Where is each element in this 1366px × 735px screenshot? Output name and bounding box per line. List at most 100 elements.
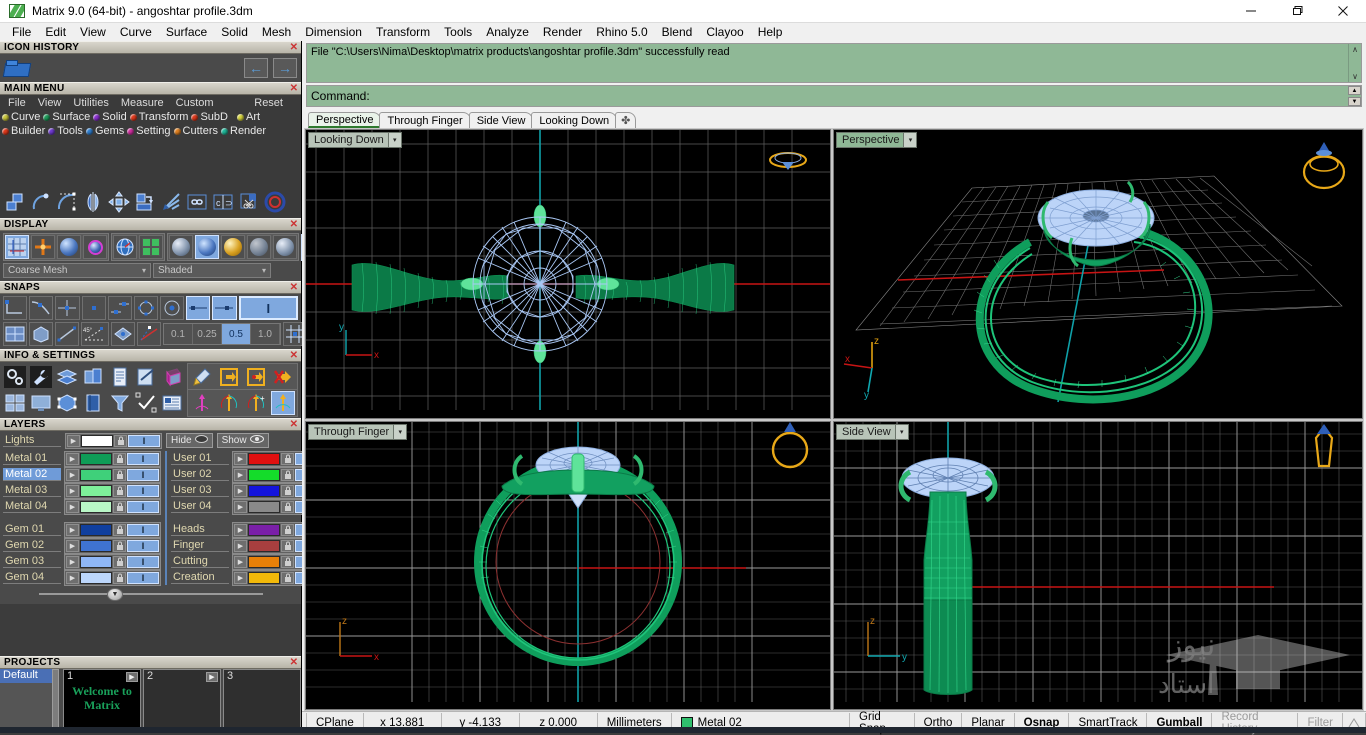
color-swatch[interactable] <box>81 434 113 447</box>
scroll-up-icon[interactable]: ∧ <box>1352 45 1358 54</box>
layer-row[interactable]: Metal 04 ▶ I <box>3 498 161 515</box>
color-swatch[interactable] <box>248 539 280 552</box>
layer-row[interactable]: Gem 02 ▶ I <box>3 537 161 554</box>
snaps-enable-toggle[interactable]: I <box>238 296 298 320</box>
snap-perp-icon[interactable] <box>212 296 237 320</box>
lock-icon[interactable] <box>113 571 126 584</box>
rotate-2d-icon[interactable] <box>55 190 79 214</box>
menu-curve[interactable]: Curve <box>113 24 159 40</box>
hide-button[interactable]: Hide <box>166 433 213 448</box>
snap-cen-icon[interactable] <box>107 296 132 320</box>
visibility-toggle[interactable]: I <box>127 539 159 552</box>
lock-icon[interactable] <box>281 484 294 497</box>
color-swatch[interactable] <box>80 500 112 513</box>
mm-cutters[interactable]: Cutters <box>173 125 218 137</box>
mm-reset[interactable]: Reset <box>248 97 301 109</box>
layer-row[interactable]: Metal 01 ▶ I <box>3 450 161 467</box>
mm-builder[interactable]: Builder <box>2 125 45 137</box>
gumball-pink-icon[interactable] <box>190 391 214 415</box>
color-swatch[interactable] <box>80 468 112 481</box>
layer-label[interactable]: Metal 04 <box>3 500 61 513</box>
tab-add-view[interactable]: ✤ <box>615 112 637 128</box>
layer-label[interactable]: Gem 04 <box>3 571 61 584</box>
play-icon[interactable]: ▶ <box>206 672 218 682</box>
expand-arrow-icon[interactable]: ▶ <box>234 500 247 513</box>
gumball-red-icon[interactable] <box>217 391 241 415</box>
expand-arrow-icon[interactable]: ▶ <box>67 434 80 447</box>
color-swatch[interactable] <box>80 539 112 552</box>
snap-end-icon[interactable] <box>3 296 28 320</box>
mm-art[interactable]: Art <box>236 111 260 123</box>
viewport-label-side-view[interactable]: Side View ▾ <box>836 423 909 440</box>
panel-header-display[interactable]: DISPLAY ✕ <box>0 218 301 231</box>
layer-label[interactable]: User 04 <box>171 500 229 513</box>
gears-icon[interactable] <box>3 365 26 389</box>
lock-icon[interactable] <box>113 484 126 497</box>
rotate-icon[interactable] <box>29 190 53 214</box>
color-swatch[interactable] <box>248 571 280 584</box>
panel-header-snaps[interactable]: SNAPS ✕ <box>0 281 301 294</box>
expand-arrow-icon[interactable]: ▶ <box>234 484 247 497</box>
color-swatch[interactable] <box>248 452 280 465</box>
layer-label[interactable]: Creation <box>171 571 229 584</box>
menu-dimension[interactable]: Dimension <box>298 24 369 40</box>
visibility-toggle[interactable]: I <box>127 523 159 536</box>
layers-scrollbar-left[interactable] <box>165 451 167 585</box>
tolerance-0-5[interactable]: 0.5 <box>222 324 251 344</box>
wrench-icon[interactable] <box>29 365 52 389</box>
snap-center-icon[interactable] <box>160 296 185 320</box>
layer-label[interactable]: User 03 <box>171 484 229 497</box>
project-item-default[interactable]: Default <box>0 669 53 683</box>
import-icon[interactable] <box>217 365 241 389</box>
menu-surface[interactable]: Surface <box>159 24 214 40</box>
tolerance-0-1[interactable]: 0.1 <box>164 324 193 344</box>
menu-mesh[interactable]: Mesh <box>255 24 298 40</box>
chevron-down-icon[interactable]: ▾ <box>894 424 908 439</box>
tolerance-1-0[interactable]: 1.0 <box>251 324 280 344</box>
menu-blend[interactable]: Blend <box>655 24 700 40</box>
lock-icon[interactable] <box>281 452 294 465</box>
menu-analyze[interactable]: Analyze <box>479 24 536 40</box>
snap-planar-icon[interactable] <box>111 322 135 346</box>
color-swatch[interactable] <box>80 484 112 497</box>
expand-arrow-icon[interactable]: ▶ <box>66 571 79 584</box>
layer-label[interactable]: Heads <box>171 523 229 536</box>
shaded-sphere-icon[interactable] <box>195 235 219 259</box>
mm-custom[interactable]: Custom <box>170 97 220 109</box>
slide-thumbnail[interactable]: 3 <box>223 669 301 729</box>
display-mode-select[interactable]: Shaded ▾ <box>153 263 271 278</box>
monitor-icon[interactable] <box>29 391 52 415</box>
lock-icon[interactable] <box>113 468 126 481</box>
mm-measure[interactable]: Measure <box>115 97 170 109</box>
gold-sphere-icon[interactable] <box>221 235 245 259</box>
expand-arrow-icon[interactable]: ▶ <box>66 523 79 536</box>
chevron-down-icon[interactable]: ▾ <box>387 133 401 147</box>
ghost-sphere-icon[interactable] <box>247 235 271 259</box>
expand-arrow-icon[interactable]: ▶ <box>234 468 247 481</box>
mm-setting[interactable]: Setting <box>127 125 171 137</box>
bounding-box-icon[interactable] <box>161 365 184 389</box>
layer-row[interactable]: Gem 04 ▶ I <box>3 569 161 586</box>
mm-surface[interactable]: Surface <box>43 111 90 123</box>
join-icon[interactable] <box>185 190 209 214</box>
menu-help[interactable]: Help <box>751 24 790 40</box>
environment-icon[interactable] <box>83 235 107 259</box>
expand-arrow-icon[interactable]: ▶ <box>234 539 247 552</box>
layer-label[interactable]: Cutting <box>171 555 229 568</box>
expand-arrow-icon[interactable]: ▶ <box>234 452 247 465</box>
wireframe-sphere-icon[interactable] <box>169 235 193 259</box>
layer-label[interactable]: Metal 01 <box>3 452 61 465</box>
mirror-icon[interactable] <box>81 190 105 214</box>
expand-arrow-icon[interactable]: ▶ <box>234 555 247 568</box>
visibility-toggle[interactable]: I <box>127 468 159 481</box>
export-icon[interactable] <box>244 365 268 389</box>
tab-perspective[interactable]: Perspective <box>308 112 382 128</box>
snap-grid-icon[interactable] <box>3 322 27 346</box>
menu-edit[interactable]: Edit <box>38 24 73 40</box>
slider-knob[interactable]: ▼ <box>107 587 123 601</box>
tab-through-finger[interactable]: Through Finger <box>379 112 471 128</box>
close-icon[interactable]: ✕ <box>290 83 298 95</box>
select-check-icon[interactable] <box>134 391 157 415</box>
menu-rhino[interactable]: Rhino 5.0 <box>589 24 654 40</box>
lock-icon[interactable] <box>281 500 294 513</box>
